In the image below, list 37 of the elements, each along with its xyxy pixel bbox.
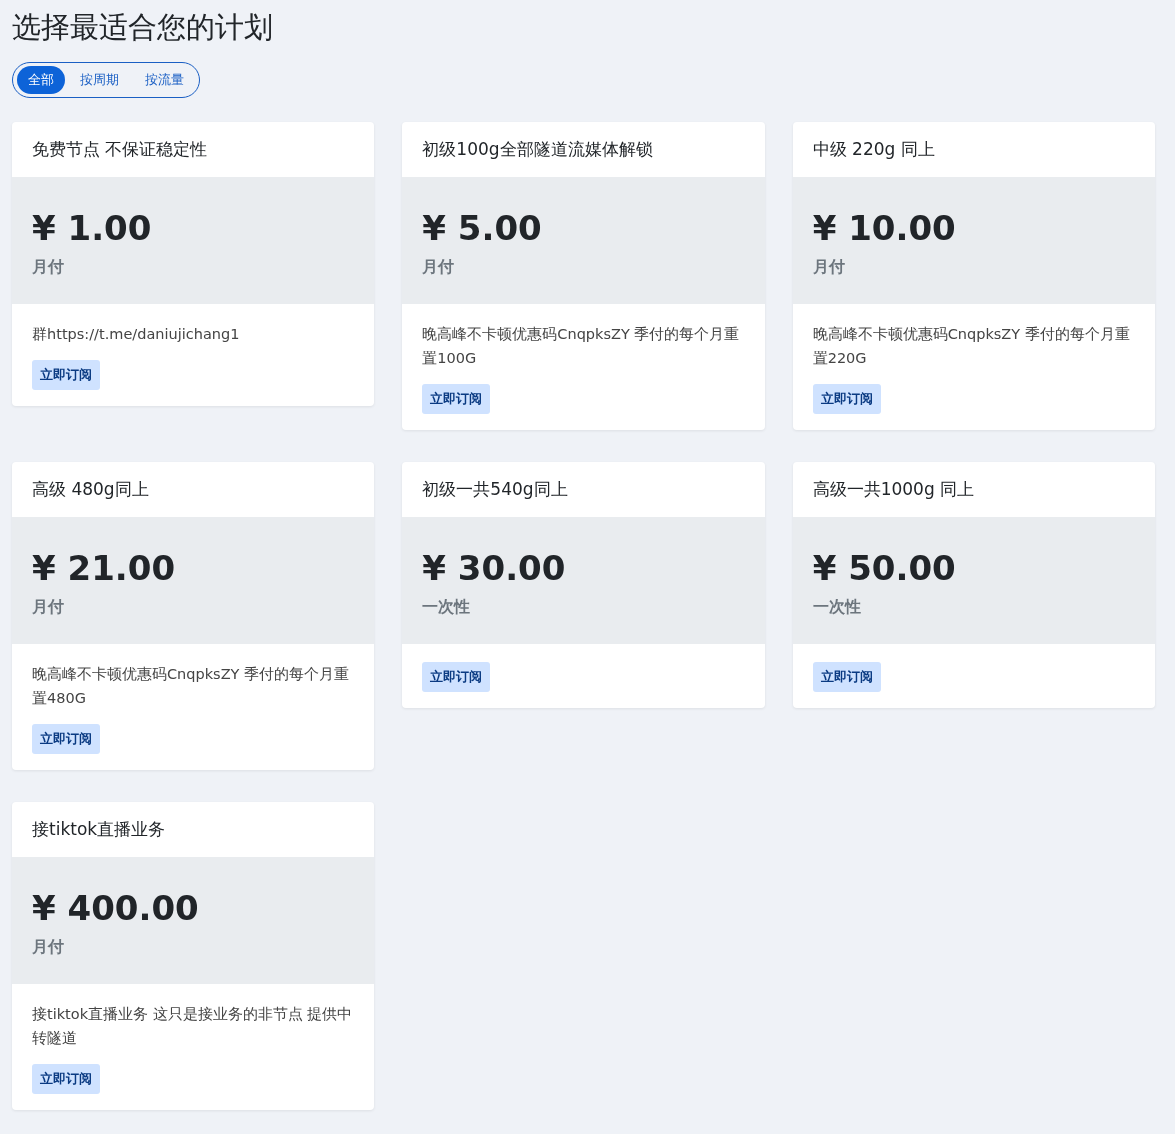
billing-period: 一次性 [422,597,472,618]
plan-name: 接tiktok直播业务 [32,818,166,841]
subscribe-button[interactable]: 立即订阅 [32,360,100,390]
plan-price: ¥ 1.00 [32,207,153,249]
plan-description: 晚高峰不卡顿优惠码CnqpksZY 季付的每个月重置100G [422,325,741,368]
plan-price: ¥ 30.00 [422,547,567,589]
subscribe-button[interactable]: 立即订阅 [422,662,491,692]
page-title: 选择最适合您的计划 [12,9,274,46]
billing-period: 一次性 [812,597,862,618]
filter-tab[interactable]: 按流量 [134,66,195,94]
filter-tab[interactable]: 全部 [17,66,65,94]
plan-description: 晚高峰不卡顿优惠码CnqpksZY 季付的每个月重置480G [32,665,351,708]
subscribe-button[interactable]: 立即订阅 [422,384,491,414]
filter-tab[interactable]: 按周期 [69,66,130,94]
plan-name: 免费节点 不保证稳定性 [32,138,208,161]
billing-period: 月付 [32,257,65,278]
plan-price: ¥ 400.00 [32,887,200,929]
plan-price: ¥ 5.00 [422,207,543,249]
plan-description: 晚高峰不卡顿优惠码CnqpksZY 季付的每个月重置220G [812,325,1131,368]
billing-period: 月付 [422,257,456,278]
subscribe-button[interactable]: 立即订阅 [32,724,100,754]
plan-name: 高级 480g同上 [32,478,149,501]
plan-price: ¥ 21.00 [32,547,177,589]
plan-description: 接tiktok直播业务 这只是接业务的非节点 提供中转隧道 [32,1005,354,1048]
plan-name: 高级一共1000g 同上 [812,478,975,501]
plan-description: 群https://t.me/daniujichang1 [32,325,240,344]
plan-name: 初级一共540g同上 [422,478,568,501]
billing-period: 月付 [32,937,65,958]
plan-price: ¥ 10.00 [812,207,957,249]
plan-price: ¥ 50.00 [812,547,957,589]
plan-name: 中级 220g 同上 [812,138,935,161]
billing-period: 月付 [812,257,846,278]
subscribe-button[interactable]: 立即订阅 [812,384,881,414]
plan-name: 初级100g全部隧道流媒体解锁 [422,138,653,161]
billing-period: 月付 [32,597,65,618]
subscribe-button[interactable]: 立即订阅 [32,1064,100,1094]
subscribe-button[interactable]: 立即订阅 [812,662,881,692]
